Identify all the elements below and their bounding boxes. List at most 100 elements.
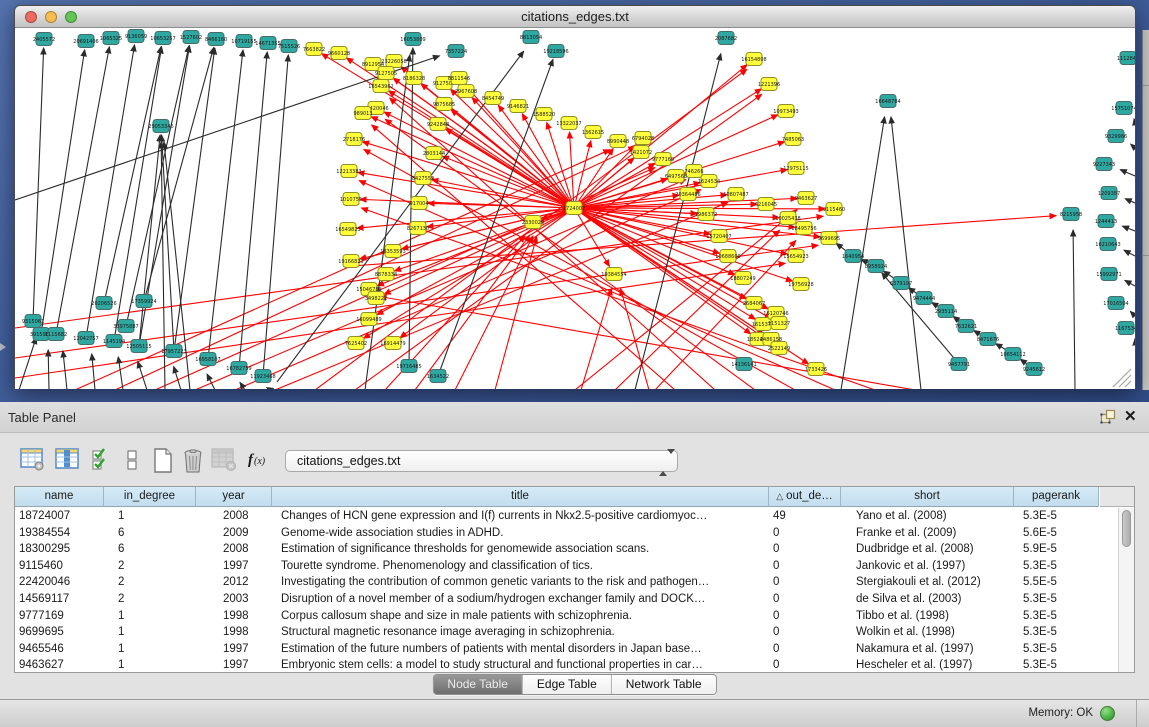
table-cell[interactable]: Structural magnetic resonance image aver… — [272, 624, 769, 641]
network-node[interactable]: 14136141 — [731, 358, 756, 371]
network-node[interactable]: 8215958 — [1060, 208, 1082, 221]
network-node[interactable]: 2935114 — [935, 305, 957, 318]
column-header-title[interactable]: title — [272, 487, 769, 507]
table-cell[interactable]: 9699695 — [15, 624, 104, 641]
network-node[interactable]: 19716485 — [396, 360, 421, 373]
column-header-name[interactable]: name — [15, 487, 104, 507]
network-node[interactable]: 12042757 — [73, 332, 98, 345]
network-node[interactable]: 1221396 — [758, 78, 780, 91]
network-node[interactable]: 8471676 — [977, 333, 999, 346]
network-node[interactable]: 16154808 — [741, 53, 766, 66]
table-cell[interactable]: 0 — [769, 591, 841, 608]
network-node[interactable]: 13322037 — [556, 117, 581, 130]
network-node[interactable]: 9227343 — [1093, 158, 1115, 171]
table-row[interactable]: 977716911998Corpus callosum shape and si… — [15, 608, 1118, 625]
network-node[interactable]: 7986372 — [695, 208, 717, 221]
network-node[interactable]: 1724007 — [563, 202, 585, 215]
table-cell[interactable]: 0 — [769, 624, 841, 641]
scrollbar-thumb[interactable] — [1122, 510, 1131, 547]
table-row[interactable]: 2242004622012Investigating the contribut… — [15, 574, 1118, 591]
function-builder-icon[interactable]: f (x) — [246, 448, 274, 470]
table-cell[interactable]: Yano et al. (2008) — [841, 508, 1014, 525]
table-cell[interactable]: Nakamura et al. (1997) — [841, 641, 1014, 658]
table-cell[interactable]: 5.3E-5 — [1014, 591, 1099, 608]
network-node[interactable]: 1733426 — [805, 363, 827, 376]
network-node[interactable]: 1112843 — [1117, 52, 1135, 65]
network-node[interactable]: 9457791 — [948, 358, 970, 371]
show-columns-icon[interactable] — [55, 448, 80, 471]
network-node[interactable]: 23226058 — [381, 55, 406, 68]
table-cell[interactable]: 1997 — [196, 558, 272, 575]
network-node[interactable]: 8427552 — [412, 172, 434, 185]
table-cell[interactable]: 18724007 — [15, 508, 104, 525]
clear-selection-icon[interactable] — [126, 448, 138, 472]
network-node[interactable]: 7663822 — [303, 43, 325, 56]
network-node[interactable]: 1362615 — [582, 126, 604, 139]
table-cell[interactable]: 49 — [769, 508, 841, 525]
network-node[interactable]: 1634522 — [427, 370, 449, 383]
network-node[interactable]: 17359924 — [131, 295, 156, 308]
network-node[interactable]: 10807487 — [723, 188, 748, 201]
table-cell[interactable]: 22420046 — [15, 574, 104, 591]
network-node[interactable]: 8267130 — [407, 222, 429, 235]
network-node[interactable]: 7632621 — [955, 320, 977, 333]
citation-network-graph[interactable]: 1724007891295423226058912750581863289127… — [15, 28, 1135, 389]
table-cell[interactable]: Franke et al. (2009) — [841, 525, 1014, 542]
network-node[interactable]: 10653257 — [150, 32, 175, 45]
new-table-icon[interactable] — [152, 448, 174, 473]
network-node[interactable]: 1010755 — [340, 193, 362, 206]
minimize-traffic-light[interactable] — [45, 11, 57, 23]
network-node[interactable]: 7485063 — [782, 133, 804, 146]
column-header-out_de[interactable]: △out_de… — [769, 487, 841, 507]
table-cell[interactable]: 1997 — [196, 657, 272, 674]
network-node[interactable]: 9660128 — [328, 47, 350, 60]
network-node[interactable]: 1209387 — [1098, 187, 1120, 200]
table-cell[interactable]: 18300295 — [15, 541, 104, 558]
table-cell[interactable]: 1 — [104, 508, 196, 525]
table-cell[interactable]: 0 — [769, 525, 841, 542]
table-cell[interactable]: Estimation of significance thresholds fo… — [272, 541, 769, 558]
table-cell[interactable]: 1998 — [196, 608, 272, 625]
table-row[interactable]: 1456911722003Disruption of a novel membe… — [15, 591, 1118, 608]
delete-trash-icon[interactable] — [181, 448, 205, 474]
close-panel-icon[interactable]: ✕ — [1124, 407, 1137, 425]
network-node[interactable]: 16543962 — [368, 80, 393, 93]
network-node[interactable]: 1527602 — [180, 31, 202, 44]
table-cell[interactable]: 1998 — [196, 624, 272, 641]
network-node[interactable]: 9777169 — [652, 153, 674, 166]
network-node[interactable]: 16053809 — [400, 33, 425, 46]
table-cell[interactable]: 0 — [769, 641, 841, 658]
network-node[interactable]: 8878334 — [375, 268, 397, 281]
column-header-pagerank[interactable]: pagerank — [1014, 487, 1099, 507]
network-node[interactable]: 2684067 — [743, 297, 765, 310]
table-cell[interactable]: Disruption of a novel member of a sodium… — [272, 591, 769, 608]
network-node[interactable]: 1115682 — [45, 328, 67, 341]
table-settings-icon[interactable] — [20, 448, 45, 471]
network-node[interactable]: 10688609 — [715, 250, 740, 263]
network-node[interactable]: 1167534 — [1115, 322, 1135, 335]
table-cell[interactable]: 14569117 — [15, 591, 104, 608]
network-node[interactable]: 2718176 — [343, 133, 365, 146]
table-cell[interactable]: 2012 — [196, 574, 272, 591]
table-cell[interactable]: Investigating the contribution of common… — [272, 574, 769, 591]
network-node[interactable]: 16782759 — [226, 362, 251, 375]
network-node[interactable]: 2803144 — [423, 147, 445, 160]
network-node[interactable]: 8811546 — [448, 72, 470, 85]
network-node[interactable]: 12975115 — [783, 162, 808, 175]
resize-grip-icon[interactable] — [1113, 369, 1131, 387]
column-header-in_degree[interactable]: in_degree — [104, 487, 196, 507]
table-cell[interactable]: 2009 — [196, 525, 272, 542]
network-node[interactable]: 16549823 — [335, 223, 360, 236]
network-node[interactable]: 15751074 — [1111, 102, 1135, 115]
network-node[interactable]: 8454749 — [482, 92, 504, 105]
network-node[interactable]: 917004 — [409, 197, 428, 210]
network-node[interactable]: 9136059 — [125, 30, 147, 43]
float-window-icon[interactable] — [1100, 409, 1116, 425]
network-node[interactable]: 1421072 — [630, 146, 652, 159]
network-node[interactable]: 6379197 — [890, 277, 912, 290]
table-cell[interactable]: 6 — [104, 541, 196, 558]
network-node[interactable]: 1588520 — [533, 108, 555, 121]
column-header-short[interactable]: short — [841, 487, 1014, 507]
network-node[interactable]: 7515526 — [278, 40, 300, 53]
network-node[interactable]: 9329966 — [1105, 130, 1127, 143]
